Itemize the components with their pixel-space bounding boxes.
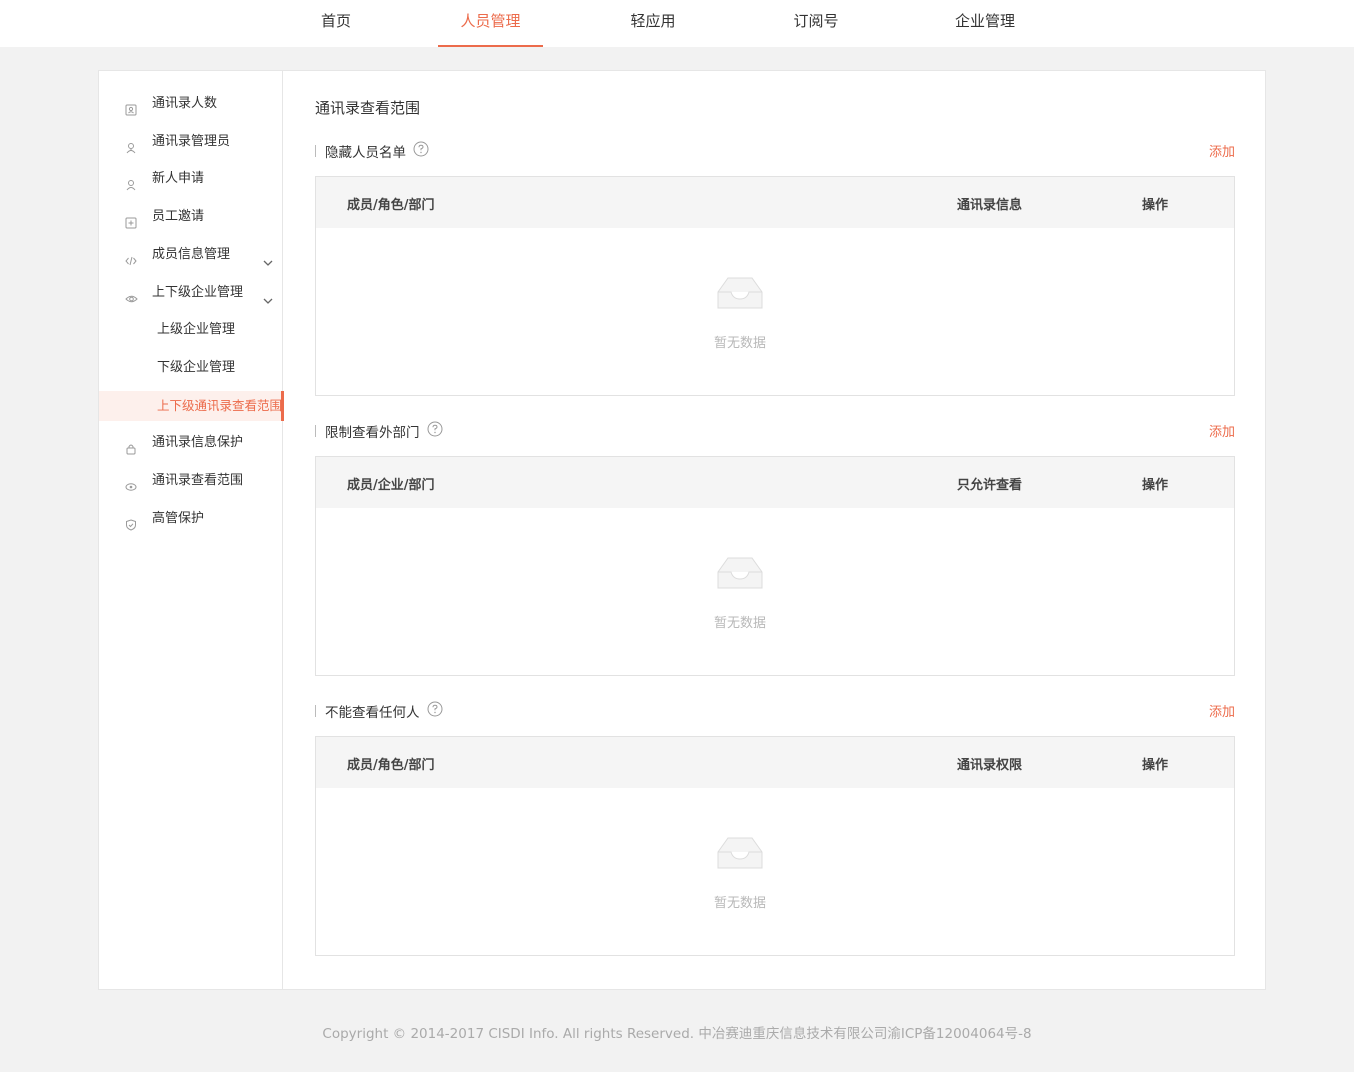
tab-personnel-management[interactable]: 人员管理 xyxy=(438,0,543,47)
section-divider xyxy=(315,425,316,437)
sidebar-item-label: 成员信息管理 xyxy=(152,247,231,262)
sidebar-item-contact-count[interactable]: 通讯录人数 xyxy=(99,89,283,119)
column-header: 只允许查看 xyxy=(957,478,1023,493)
section-header-hidden-members: 隐藏人员名单 添加 xyxy=(315,139,1235,161)
sidebar-item-employee-invite[interactable]: 员工邀请 xyxy=(99,202,283,232)
sidebar-item-parent-child-contact-scope[interactable]: 上下级通讯录查看范围 xyxy=(99,391,284,421)
eye-small-icon xyxy=(125,475,137,491)
sidebar-item-label: 上级企业管理 xyxy=(157,322,236,337)
chevron-down-icon[interactable] xyxy=(263,250,273,266)
sidebar-item-contact-admins[interactable]: 通讯录管理员 xyxy=(99,127,283,157)
sidebar-item-contact-info-protection[interactable]: 通讯录信息保护 xyxy=(99,428,283,458)
empty-inbox-icon xyxy=(714,552,766,594)
table-header: 成员/角色/部门 通讯录权限 操作 xyxy=(316,737,1234,788)
section-title: 隐藏人员名单 xyxy=(325,145,406,161)
sidebar-item-label: 上下级企业管理 xyxy=(152,285,244,300)
chevron-down-icon[interactable] xyxy=(263,288,273,304)
sidebar-item-executive-protection[interactable]: 高管保护 xyxy=(99,504,283,534)
add-restriction-button[interactable]: 添加 xyxy=(1209,421,1235,440)
lock-icon xyxy=(125,437,137,455)
section-divider xyxy=(315,705,316,717)
help-icon[interactable] xyxy=(427,421,443,437)
sidebar-item-label: 高管保护 xyxy=(152,511,205,526)
column-header: 成员/角色/部门 xyxy=(347,758,435,773)
column-header: 通讯录信息 xyxy=(957,198,1023,213)
restrict-external-table: 成员/企业/部门 只允许查看 操作 暂无数据 xyxy=(315,456,1235,676)
sidebar-item-contact-view-scope[interactable]: 通讯录查看范围 xyxy=(99,466,283,496)
column-header: 成员/企业/部门 xyxy=(347,478,435,493)
sidebar-item-label: 通讯录查看范围 xyxy=(152,473,244,488)
eye-icon xyxy=(125,287,138,303)
section-title: 不能查看任何人 xyxy=(325,705,420,721)
column-header: 成员/角色/部门 xyxy=(347,198,435,213)
plus-square-icon xyxy=(125,211,137,229)
sidebar-item-label: 上下级通讯录查看范围 xyxy=(157,398,283,413)
sidebar-item-label: 通讯录管理员 xyxy=(152,134,231,149)
tab-subscriptions[interactable]: 订阅号 xyxy=(780,0,852,47)
section-title: 限制查看外部门 xyxy=(325,425,420,441)
column-header: 通讯录权限 xyxy=(957,758,1023,773)
shield-icon xyxy=(125,513,137,531)
sidebar-item-label: 通讯录人数 xyxy=(152,96,218,111)
column-header: 操作 xyxy=(1142,198,1169,213)
cannot-view-anyone-table: 成员/角色/部门 通讯录权限 操作 暂无数据 xyxy=(315,736,1235,956)
empty-state-text: 暂无数据 xyxy=(713,896,766,911)
add-no-view-member-button[interactable]: 添加 xyxy=(1209,701,1235,720)
sidebar: 通讯录人数 通讯录管理员 新人申请 员工邀请 成员信息管理 上下级企业管理 上级… xyxy=(99,71,284,989)
content-panel: 通讯录人数 通讯录管理员 新人申请 员工邀请 成员信息管理 上下级企业管理 上级… xyxy=(98,70,1266,990)
help-icon[interactable] xyxy=(427,701,443,717)
sidebar-item-member-info-management[interactable]: 成员信息管理 xyxy=(99,240,283,270)
sidebar-item-new-applications[interactable]: 新人申请 xyxy=(99,164,283,194)
sidebar-item-label: 新人申请 xyxy=(152,171,205,186)
empty-state-text: 暂无数据 xyxy=(713,336,766,351)
sidebar-item-label: 员工邀请 xyxy=(152,209,205,224)
section-divider xyxy=(315,145,316,157)
table-header: 成员/企业/部门 只允许查看 操作 xyxy=(316,457,1234,508)
sidebar-item-label: 通讯录信息保护 xyxy=(152,435,244,450)
empty-inbox-icon xyxy=(714,832,766,874)
contact-card-icon xyxy=(125,98,137,116)
tab-light-apps[interactable]: 轻应用 xyxy=(617,0,689,47)
sidebar-item-child-enterprise[interactable]: 下级企业管理 xyxy=(99,353,283,383)
section-header-restrict-external: 限制查看外部门 添加 xyxy=(315,419,1235,441)
table-header: 成员/角色/部门 通讯录信息 操作 xyxy=(316,177,1234,228)
section-header-cannot-view-anyone: 不能查看任何人 添加 xyxy=(315,699,1235,721)
column-header: 操作 xyxy=(1142,478,1169,493)
sidebar-item-parent-child-enterprise[interactable]: 上下级企业管理 xyxy=(99,278,283,308)
column-header: 操作 xyxy=(1142,758,1169,773)
add-hidden-member-button[interactable]: 添加 xyxy=(1209,141,1235,160)
user-icon xyxy=(125,173,137,191)
page-title: 通讯录查看范围 xyxy=(315,99,421,117)
admin-user-icon xyxy=(125,136,137,154)
tab-home[interactable]: 首页 xyxy=(306,0,366,47)
empty-state-text: 暂无数据 xyxy=(713,616,766,631)
footer-copyright: Copyright © 2014-2017 CISDI Info. All ri… xyxy=(322,1026,1032,1042)
hidden-members-table: 成员/角色/部门 通讯录信息 操作 暂无数据 xyxy=(315,176,1235,396)
empty-inbox-icon xyxy=(714,272,766,314)
help-icon[interactable] xyxy=(413,141,429,157)
code-icon xyxy=(125,249,137,266)
sidebar-item-parent-enterprise[interactable]: 上级企业管理 xyxy=(99,315,283,345)
top-navigation: 首页 人员管理 轻应用 订阅号 企业管理 xyxy=(0,0,1354,47)
tab-enterprise-management[interactable]: 企业管理 xyxy=(945,0,1025,47)
sidebar-item-label: 下级企业管理 xyxy=(157,360,236,375)
